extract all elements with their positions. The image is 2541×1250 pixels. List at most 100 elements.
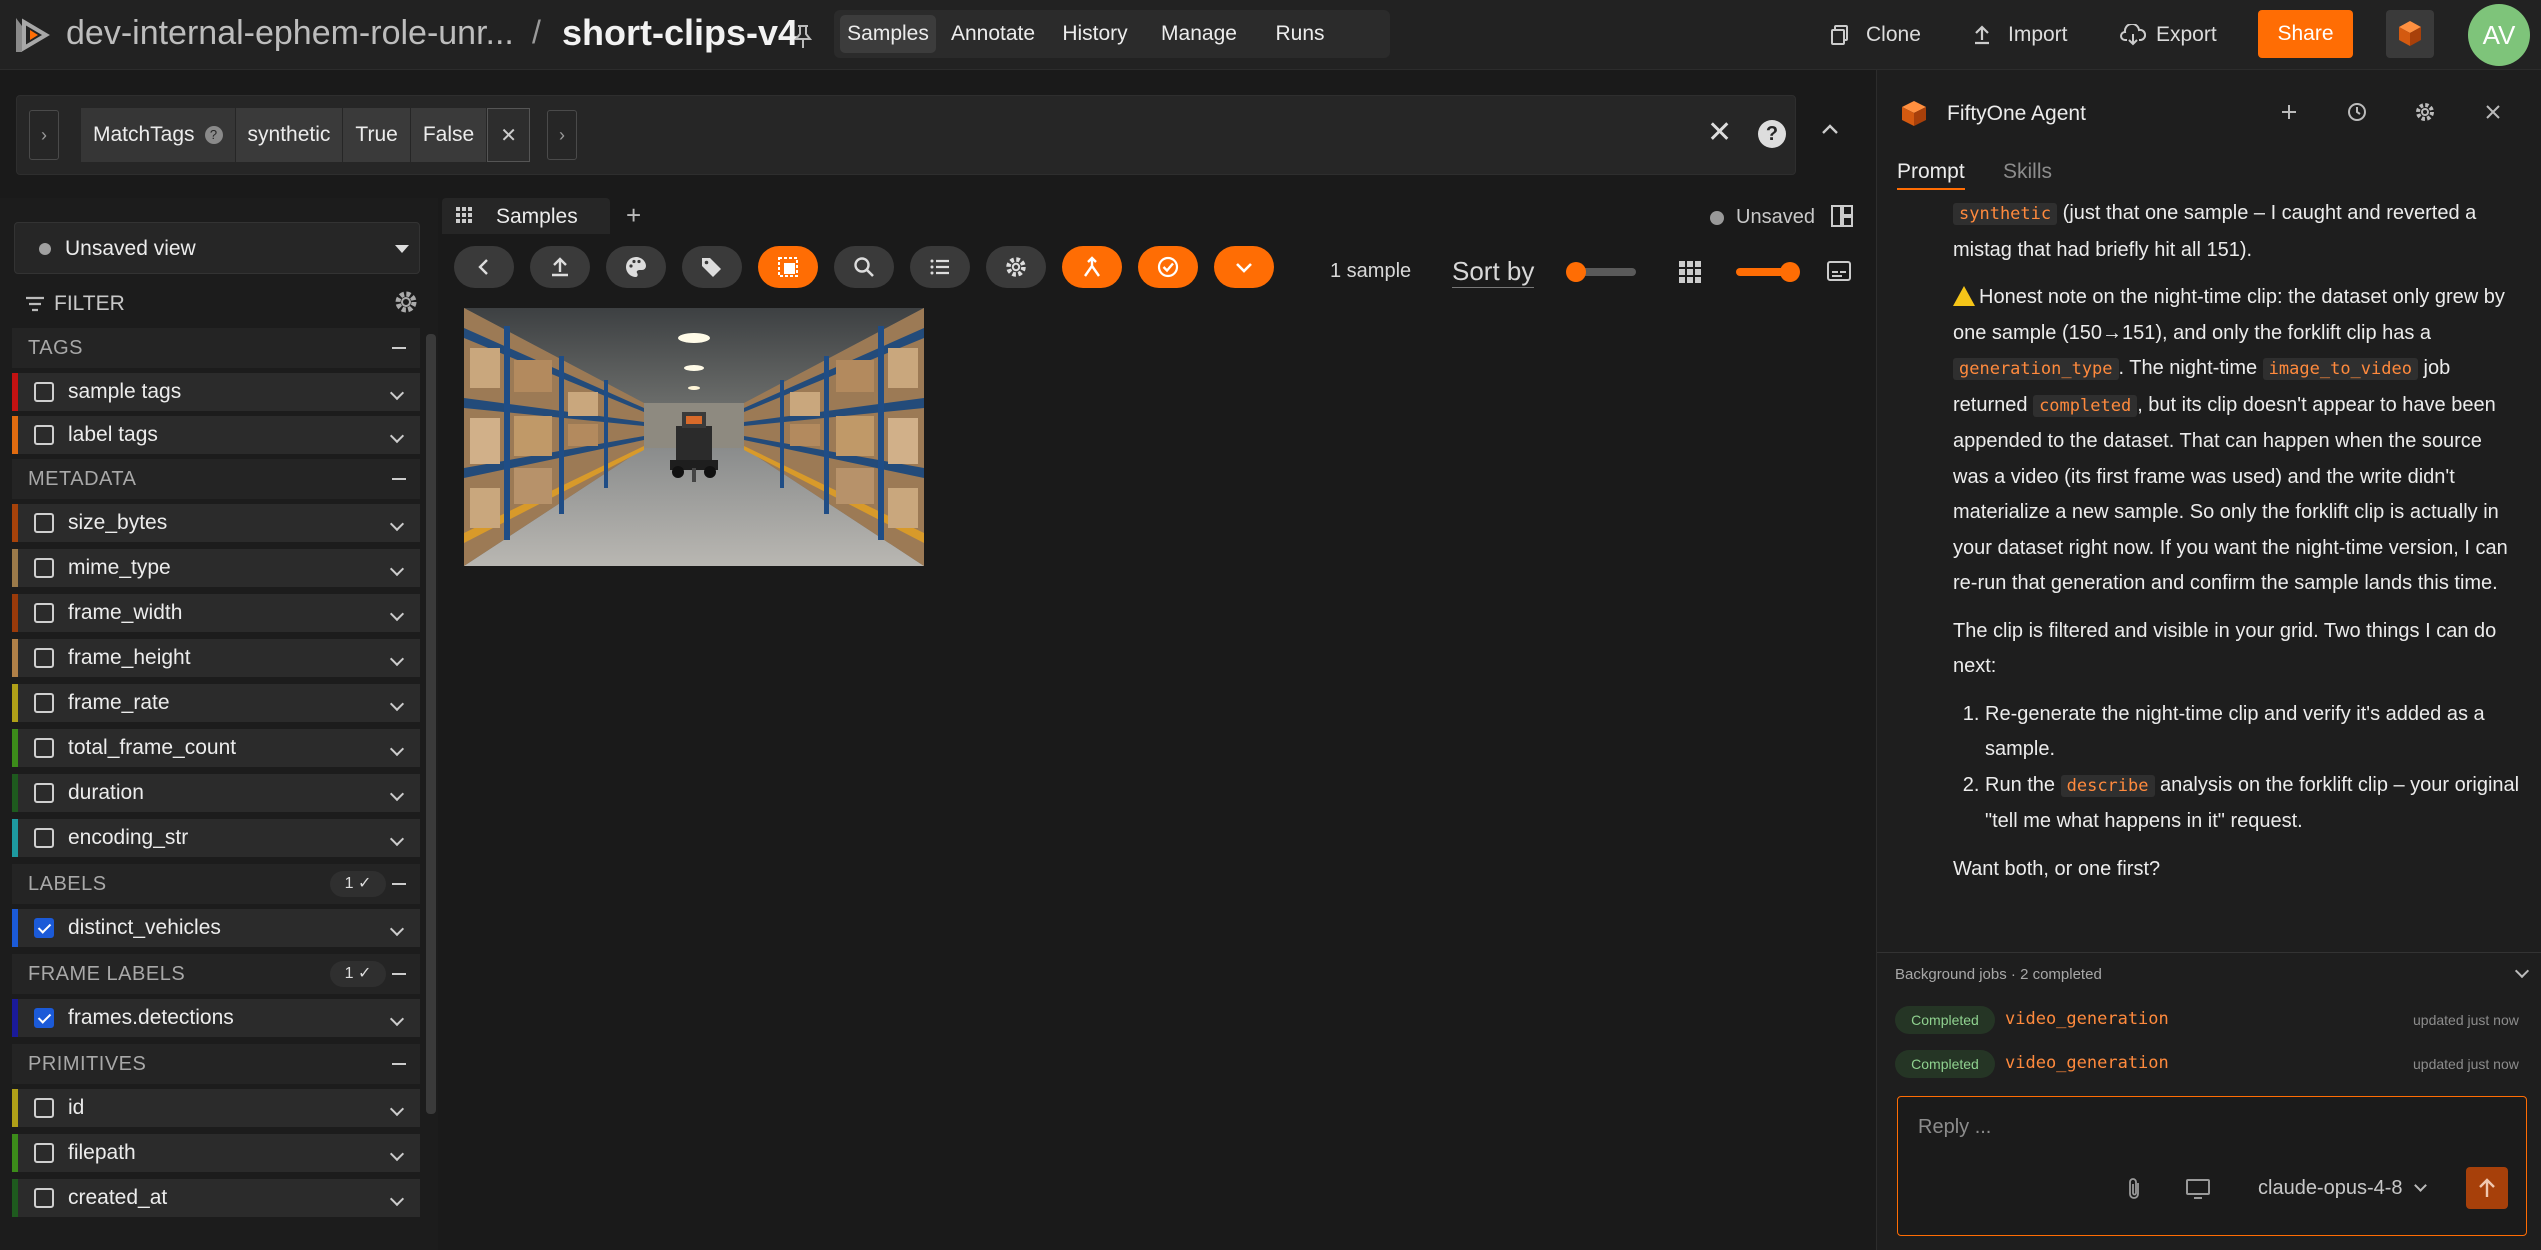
share-button[interactable]: Share <box>2258 10 2353 58</box>
gear-icon[interactable] <box>2413 100 2437 124</box>
zoom-slider[interactable] <box>1736 262 1800 282</box>
field-checkbox[interactable] <box>34 693 54 713</box>
view-stage-matchtags[interactable]: MatchTags? synthetic True False ✕ <box>81 108 530 162</box>
patches-button[interactable] <box>758 246 818 288</box>
collapse-icon[interactable] <box>392 973 406 975</box>
section-metadata[interactable]: METADATA <box>12 459 420 499</box>
more-actions-button[interactable] <box>1214 246 1274 288</box>
field-checkbox[interactable] <box>34 425 54 445</box>
field-checkbox[interactable] <box>34 1143 54 1163</box>
visible-count-badge[interactable]: 1 ✓ <box>330 871 386 897</box>
chevron-down-icon[interactable] <box>389 1191 405 1207</box>
fiftyone-logo[interactable] <box>10 14 52 56</box>
back-button[interactable] <box>454 246 514 288</box>
tab-prompt[interactable]: Prompt <box>1897 160 1965 190</box>
background-jobs-header[interactable]: Background jobs · 2 completed <box>1895 966 2102 983</box>
chevron-down-icon[interactable] <box>389 921 405 937</box>
chevron-down-icon[interactable] <box>389 651 405 667</box>
nav-history[interactable]: History <box>1050 15 1140 53</box>
stage-param-bool[interactable]: True <box>343 108 411 162</box>
user-avatar[interactable]: AV <box>2468 4 2530 66</box>
merge-button[interactable] <box>1062 246 1122 288</box>
paperclip-icon[interactable] <box>2124 1177 2144 1201</box>
close-icon[interactable] <box>2481 100 2505 124</box>
field-checkbox[interactable] <box>34 648 54 668</box>
field-checkbox[interactable] <box>34 382 54 402</box>
expand-left-toggle[interactable]: › <box>29 110 59 160</box>
collapse-icon[interactable] <box>392 1063 406 1065</box>
field-checkbox[interactable] <box>34 783 54 803</box>
section-tags[interactable]: TAGS <box>12 328 420 368</box>
tag-button[interactable] <box>682 246 742 288</box>
field-checkbox[interactable] <box>34 918 54 938</box>
stage-name[interactable]: MatchTags? <box>81 108 236 162</box>
field-total-frame-count[interactable]: total_frame_count <box>12 729 420 767</box>
job-name[interactable]: video_generation <box>2005 1009 2169 1029</box>
chevron-down-icon[interactable] <box>389 696 405 712</box>
chevron-down-icon[interactable] <box>389 1146 405 1162</box>
field-checkbox[interactable] <box>34 513 54 533</box>
field-checkbox[interactable] <box>34 1188 54 1208</box>
field-frame-width[interactable]: frame_width <box>12 594 420 632</box>
nav-runs[interactable]: Runs <box>1264 15 1336 53</box>
captions-icon[interactable] <box>1826 258 1852 284</box>
model-select[interactable]: claude-opus-4-8 <box>2258 1177 2427 1200</box>
chevron-down-icon[interactable] <box>389 1011 405 1027</box>
field-frame-rate[interactable]: frame_rate <box>12 684 420 722</box>
job-name[interactable]: video_generation <box>2005 1053 2169 1073</box>
chevron-down-icon[interactable] <box>389 561 405 577</box>
collapse-icon[interactable] <box>392 478 406 480</box>
field-frames-detections[interactable]: frames.detections <box>12 999 420 1037</box>
chevron-down-icon[interactable] <box>389 741 405 757</box>
slider-knob[interactable] <box>1780 262 1800 282</box>
field-checkbox[interactable] <box>34 1098 54 1118</box>
field-frame-height[interactable]: frame_height <box>12 639 420 677</box>
chevron-down-icon[interactable] <box>389 1101 405 1117</box>
chevron-down-icon[interactable] <box>389 606 405 622</box>
tab-skills[interactable]: Skills <box>2003 160 2052 184</box>
export-samples-button[interactable] <box>530 246 590 288</box>
clone-button[interactable]: Clone <box>1830 18 1940 52</box>
view-help-icon[interactable]: ? <box>1758 120 1786 148</box>
export-button[interactable]: Export <box>2120 18 2236 52</box>
field-id[interactable]: id <box>12 1089 420 1127</box>
screen-context-icon[interactable] <box>2186 1179 2210 1199</box>
similarity-search-button[interactable] <box>834 246 894 288</box>
check-circle-button[interactable] <box>1138 246 1198 288</box>
field-distinct-vehicles[interactable]: distinct_vehicles <box>12 909 420 947</box>
stage-help-icon[interactable]: ? <box>204 126 223 145</box>
job-row[interactable]: Completed video_generation updated just … <box>1895 1048 2525 1080</box>
chevron-down-icon[interactable] <box>389 831 405 847</box>
field-duration[interactable]: duration <box>12 774 420 812</box>
section-primitives[interactable]: PRIMITIVES <box>12 1044 420 1084</box>
stage-param-all[interactable]: False <box>410 108 488 162</box>
reply-input[interactable] <box>1898 1097 2526 1157</box>
field-size-bytes[interactable]: size_bytes <box>12 504 420 542</box>
stage-param-tags[interactable]: synthetic <box>235 108 344 162</box>
collapse-icon[interactable] <box>392 883 406 885</box>
toggle-slider[interactable] <box>1566 262 1636 282</box>
chevron-down-icon[interactable] <box>389 516 405 532</box>
field-filepath[interactable]: filepath <box>12 1134 420 1172</box>
chevron-down-icon[interactable] <box>389 786 405 802</box>
plus-icon[interactable] <box>2277 100 2301 124</box>
clear-view-icon[interactable]: ✕ <box>1707 118 1732 148</box>
chevron-down-icon[interactable] <box>389 428 405 444</box>
sample-thumbnail-warehouse-forklift[interactable] <box>464 308 924 566</box>
field-encoding-str[interactable]: encoding_str <box>12 819 420 857</box>
layout-icon[interactable] <box>1830 204 1854 228</box>
slider-knob[interactable] <box>1566 262 1586 282</box>
sort-by-select[interactable]: Sort by <box>1452 256 1535 288</box>
grid-view-icon[interactable] <box>1678 260 1702 284</box>
field-checkbox[interactable] <box>34 828 54 848</box>
job-row[interactable]: Completed video_generation updated just … <box>1895 1004 2525 1036</box>
field-checkbox[interactable] <box>34 1008 54 1028</box>
dataset-name[interactable]: dev-internal-ephem-role-unr... <box>66 14 528 53</box>
stage-remove-button[interactable]: ✕ <box>487 108 530 162</box>
cube-button[interactable] <box>2386 10 2434 58</box>
gear-icon[interactable] <box>392 288 420 316</box>
operators-list-button[interactable] <box>910 246 970 288</box>
pin-icon[interactable] <box>792 24 814 50</box>
history-icon[interactable] <box>2345 100 2369 124</box>
field-mime-type[interactable]: mime_type <box>12 549 420 587</box>
